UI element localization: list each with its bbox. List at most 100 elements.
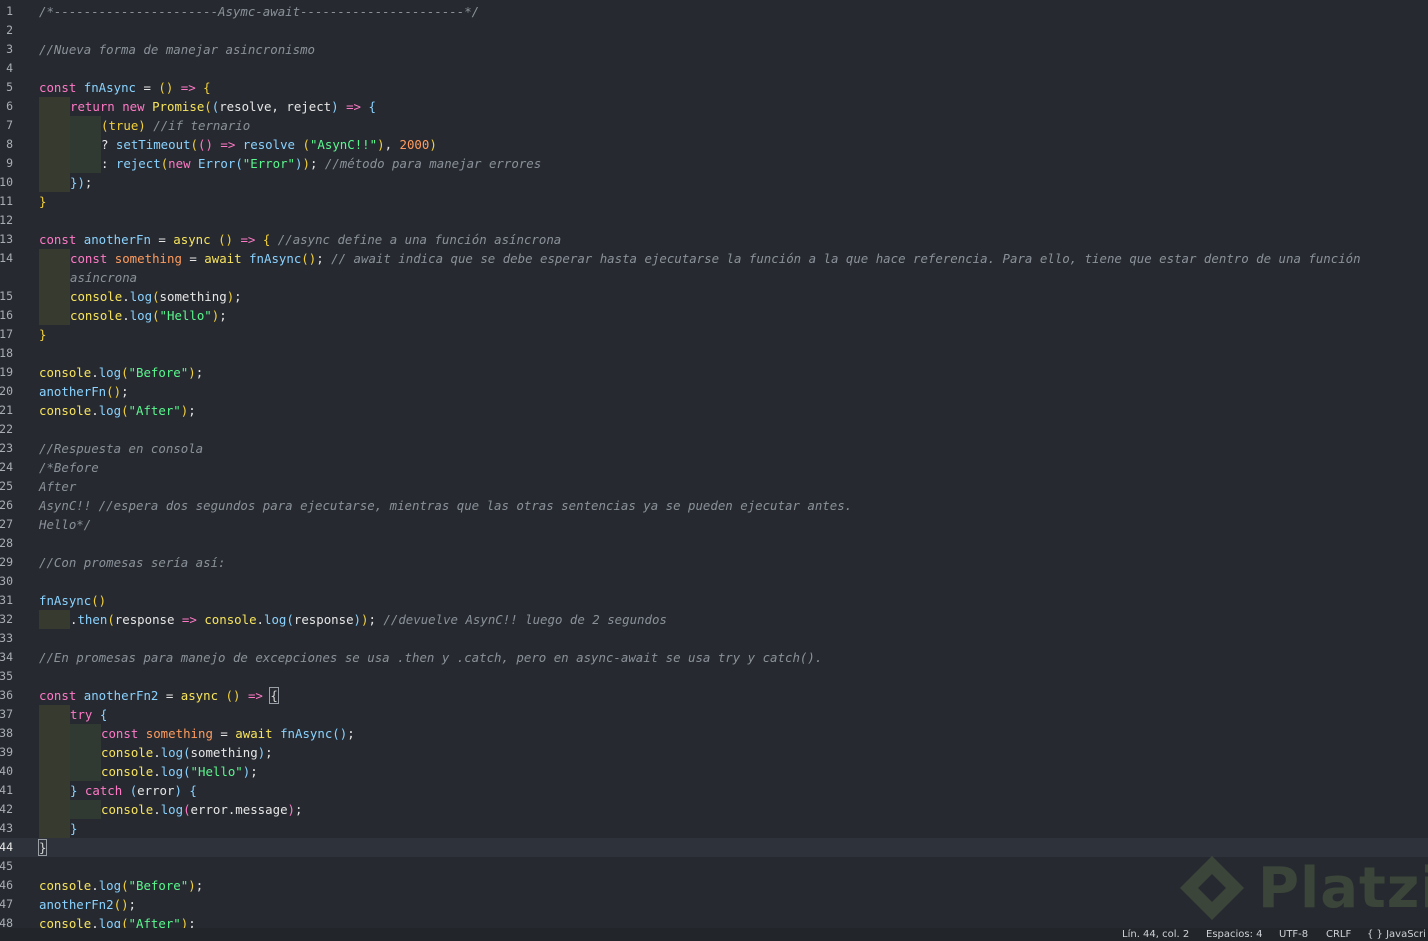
indent-guide — [70, 762, 101, 781]
code-line[interactable]: asíncrona — [0, 268, 1428, 287]
code-token: "AsynC!!" — [309, 137, 378, 152]
code-token: AsynC!! //espera dos segundos para ejecu… — [39, 498, 853, 513]
code-line[interactable]: 19 console.log("Before"); — [0, 363, 1428, 382]
code-token: => — [240, 232, 256, 247]
code-line[interactable]: 16 console.log("Hello"); — [0, 306, 1428, 325]
line-number: 36 — [0, 688, 13, 702]
code-line[interactable]: 11} — [0, 192, 1428, 211]
code-token: //async define a una función asíncrona — [277, 232, 562, 247]
code-token: async — [180, 688, 219, 703]
code-line[interactable]: 43} — [0, 819, 1428, 838]
code-line[interactable]: 40 console.log("Hello"); — [0, 762, 1428, 781]
code-line[interactable]: 30 — [0, 572, 1428, 591]
code-line[interactable]: 2 — [0, 21, 1428, 40]
code-line[interactable]: 39 console.log(something); — [0, 743, 1428, 762]
code-token: . — [91, 403, 99, 418]
code-line[interactable]: 14 const something = await fnAsync(); // … — [0, 249, 1428, 268]
code-line[interactable]: 27 Hello*/ — [0, 515, 1428, 534]
code-text: //Nueva forma de manejar asincronismo — [39, 40, 315, 59]
line-number: 26 — [0, 498, 13, 512]
line-number: 33 — [0, 631, 13, 645]
line-number: 47 — [0, 897, 13, 911]
code-line[interactable]: 37 try { — [0, 705, 1428, 724]
encoding-setting[interactable]: UTF-8 — [1279, 928, 1308, 941]
code-line[interactable]: 9: reject(new Error("Error")); //método … — [0, 154, 1428, 173]
code-line[interactable]: 23 //Respuesta en consola — [0, 439, 1428, 458]
code-token: reject — [115, 156, 161, 171]
code-line[interactable]: 4 — [0, 59, 1428, 78]
line-number: 6 — [6, 99, 13, 113]
code-token: => — [181, 612, 197, 627]
code-token: const — [101, 726, 146, 741]
code-token: const — [39, 80, 84, 95]
cursor-position[interactable]: Lín. 44, col. 2 — [1122, 928, 1189, 941]
code-text: asíncrona — [39, 268, 137, 287]
code-token: /*----------------------Asymc-await-----… — [39, 4, 480, 19]
code-token: something — [114, 251, 182, 266]
code-token: //Nueva forma de manejar asincronismo — [39, 42, 316, 57]
code-line[interactable]: 34 //En promesas para manejo de excepcion… — [0, 648, 1428, 667]
code-line[interactable]: 31 fnAsync() — [0, 591, 1428, 610]
code-token: ; — [265, 745, 273, 760]
code-line[interactable]: 7 (true) //if ternario — [0, 116, 1428, 135]
code-line[interactable]: 15 console.log(something); — [0, 287, 1428, 306]
code-line[interactable]: 32 .then(response => console.log(response… — [0, 610, 1428, 629]
eol-setting[interactable]: CRLF — [1326, 928, 1351, 941]
code-token: new — [168, 156, 198, 171]
code-line[interactable]: 25 After — [0, 477, 1428, 496]
code-line[interactable]: 3 //Nueva forma de manejar asincronismo — [0, 40, 1428, 59]
code-line[interactable]: 21 console.log("After"); — [0, 401, 1428, 420]
line-number: 13 — [0, 232, 13, 246]
code-token: ) — [302, 156, 310, 171]
code-line[interactable]: 13 const anotherFn = async () => { //asyn… — [0, 230, 1428, 249]
code-line[interactable]: 28 — [0, 534, 1428, 553]
code-token: . — [153, 745, 161, 760]
code-token: } — [39, 194, 47, 209]
code-line[interactable]: 33 — [0, 629, 1428, 648]
code-token: () — [113, 897, 129, 912]
code-token: const — [39, 232, 84, 247]
code-token: ; — [234, 289, 242, 304]
line-number: 18 — [0, 346, 13, 360]
code-token: { — [99, 707, 108, 722]
code-line[interactable]: 6 return new Promise((resolve, reject) =>… — [0, 97, 1428, 116]
code-line[interactable]: 20 anotherFn(); — [0, 382, 1428, 401]
line-number: 34 — [0, 650, 13, 664]
code-text: ? setTimeout(() => resolve ("AsynC!!"), … — [39, 135, 437, 154]
line-number: 37 — [0, 707, 13, 721]
line-number: 41 — [0, 783, 13, 797]
code-text: const anotherFn = async () => { //async … — [39, 230, 561, 249]
code-line[interactable]: 1 /*----------------------Asymc-await----… — [0, 2, 1428, 21]
code-line[interactable]: 41} catch (error) { — [0, 781, 1428, 800]
code-token: ( — [235, 156, 243, 171]
code-token: } — [70, 783, 85, 798]
code-line[interactable]: 35 — [0, 667, 1428, 686]
line-number: 17 — [0, 327, 13, 341]
code-line[interactable]: 5 const fnAsync = () => { — [0, 78, 1428, 97]
code-token: asíncrona — [70, 270, 138, 285]
code-line[interactable]: 12 — [0, 211, 1428, 230]
code-line[interactable]: 24 /*Before — [0, 458, 1428, 477]
code-text: anotherFn2(); — [39, 895, 136, 914]
code-token: , — [384, 137, 400, 152]
code-line[interactable]: 22 — [0, 420, 1428, 439]
code-text: console.log("Before"); — [39, 363, 203, 382]
code-line[interactable]: 17} — [0, 325, 1428, 344]
code-line[interactable]: 18 — [0, 344, 1428, 363]
code-line[interactable]: 36 const anotherFn2 = async () => { — [0, 686, 1428, 705]
code-token: ; — [316, 251, 332, 266]
code-line[interactable]: 8? setTimeout(() => resolve ("AsynC!!"),… — [0, 135, 1428, 154]
code-line[interactable]: 42 console.log(error.message); — [0, 800, 1428, 819]
line-number: 27 — [0, 517, 13, 531]
code-line[interactable]: 26 AsynC!! //espera dos segundos para eje… — [0, 496, 1428, 515]
indentation-setting[interactable]: Espacios: 4 — [1206, 928, 1263, 941]
code-line[interactable]: 38 const something = await fnAsync(); — [0, 724, 1428, 743]
language-mode[interactable]: { } JavaScri — [1367, 928, 1426, 941]
code-line[interactable]: 10}); — [0, 173, 1428, 192]
code-token: anotherFn — [83, 232, 151, 247]
code-editor[interactable]: 1 /*----------------------Asymc-await----… — [0, 0, 1428, 931]
code-token: log — [98, 365, 122, 380]
code-token: Error — [198, 156, 236, 171]
code-line[interactable]: 29 //Con promesas sería así: — [0, 553, 1428, 572]
